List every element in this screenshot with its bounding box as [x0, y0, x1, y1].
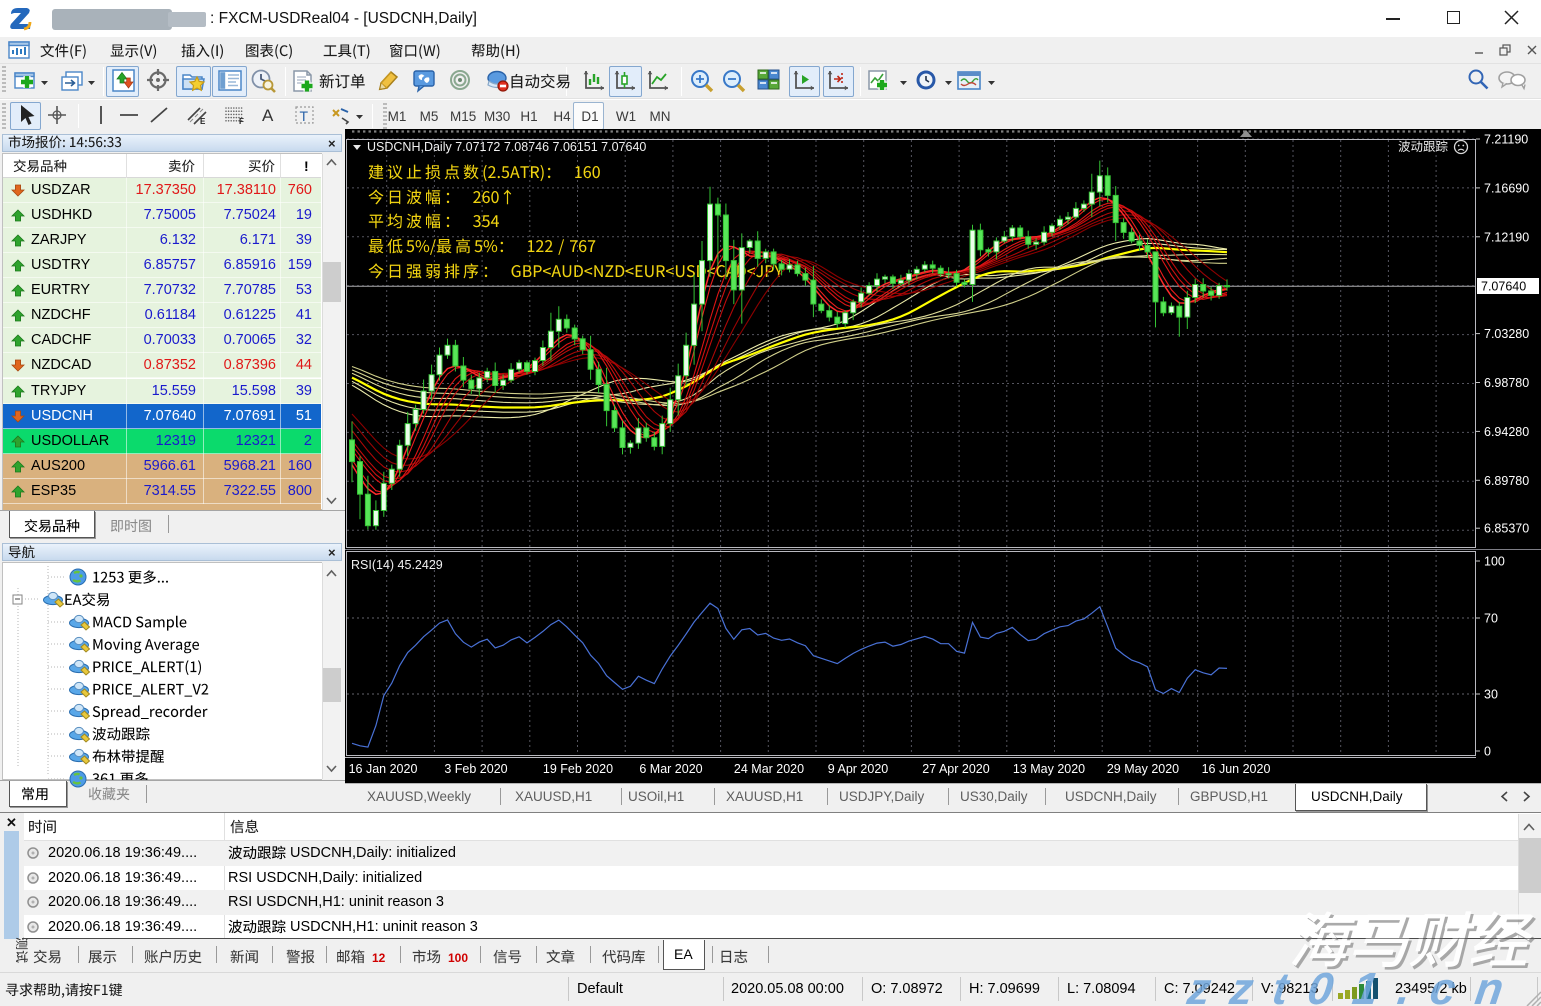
svg-text:6.98780: 6.98780 [1484, 376, 1529, 390]
svg-text:7.12190: 7.12190 [1484, 230, 1529, 244]
svg-text:0: 0 [1484, 745, 1491, 759]
svg-text:24 Mar 2020: 24 Mar 2020 [734, 762, 804, 776]
svg-text:30: 30 [1484, 688, 1498, 702]
svg-text:7.07640: 7.07640 [1481, 280, 1526, 294]
svg-text:100: 100 [1484, 555, 1505, 569]
svg-text:13 May 2020: 13 May 2020 [1013, 762, 1085, 776]
svg-text:6.85370: 6.85370 [1484, 522, 1529, 536]
svg-text:3 Feb 2020: 3 Feb 2020 [444, 762, 507, 776]
svg-text:USDCNH,Daily 7.07172 7.08746: USDCNH,Daily 7.07172 7.08746 7.06151 7.0… [367, 140, 646, 154]
svg-text:19 Feb 2020: 19 Feb 2020 [543, 762, 613, 776]
svg-text:E: E [200, 117, 206, 126]
svg-text:27 Apr 2020: 27 Apr 2020 [922, 762, 989, 776]
svg-text:6.89780: 6.89780 [1484, 474, 1529, 488]
svg-text:F: F [239, 117, 244, 126]
svg-text:6 Mar 2020: 6 Mar 2020 [639, 762, 702, 776]
svg-text:9 Apr 2020: 9 Apr 2020 [828, 762, 889, 776]
svg-text:T: T [300, 108, 309, 124]
svg-text:7.21190: 7.21190 [1484, 133, 1528, 147]
svg-text:29 May 2020: 29 May 2020 [1107, 762, 1179, 776]
svg-text:6.94280: 6.94280 [1484, 425, 1529, 439]
svg-text:7.03280: 7.03280 [1484, 327, 1529, 341]
svg-text:RSI(14) 45.2429: RSI(14) 45.2429 [351, 558, 443, 572]
svg-text:16 Jun 2020: 16 Jun 2020 [1202, 762, 1271, 776]
svg-text:70: 70 [1484, 612, 1498, 626]
svg-text:16 Jan 2020: 16 Jan 2020 [349, 762, 418, 776]
svg-text:A: A [262, 106, 274, 125]
svg-text:7.16690: 7.16690 [1484, 181, 1529, 195]
